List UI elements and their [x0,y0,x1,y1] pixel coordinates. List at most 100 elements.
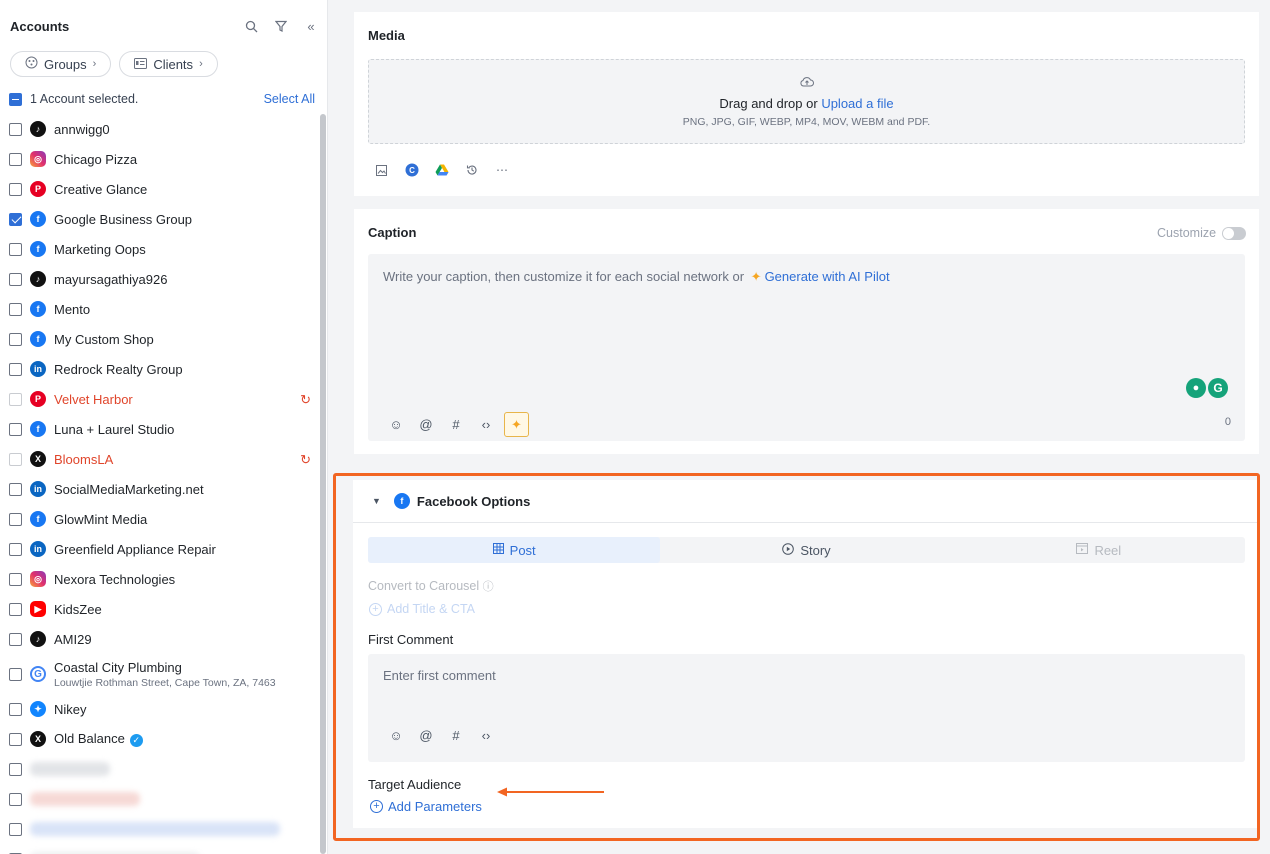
google-drive-icon[interactable] [434,162,450,178]
account-row[interactable]: ✦ Nikey [9,694,319,724]
sidebar-title: Accounts [10,18,70,34]
reconnect-icon[interactable]: ↻ [300,392,311,408]
redacted-account-name [30,822,280,836]
history-icon[interactable] [464,162,480,178]
svg-text:C: C [409,166,415,175]
account-name: annwigg0 [54,121,110,137]
account-row[interactable]: P Creative Glance [9,174,319,204]
account-text: Nikey [54,702,87,717]
customize-toggle[interactable] [1222,226,1247,240]
mention-icon[interactable]: @ [418,417,434,433]
blurred-account-row[interactable] [9,844,319,854]
account-row[interactable]: in Greenfield Appliance Repair [9,534,319,564]
select-all-link[interactable]: Select All [264,92,315,106]
account-checkbox[interactable] [9,632,22,646]
account-checkbox[interactable] [9,152,22,166]
account-checkbox[interactable] [9,332,22,346]
account-row[interactable]: P Velvet Harbor ↻ [9,384,319,414]
account-checkbox[interactable] [9,702,22,716]
collapse-sidebar-icon[interactable]: « [302,17,320,35]
blurred-account-row[interactable] [9,754,319,784]
customize-label: Customize [1157,226,1217,240]
account-row[interactable]: ▶ KidsZee [9,594,319,624]
redacted-account-name [30,792,140,806]
account-row[interactable]: f Marketing Oops [9,234,319,264]
account-name: Marketing Oops [54,241,146,257]
account-checkbox[interactable] [9,392,22,406]
account-checkbox[interactable] [9,422,22,436]
sidebar-header: Accounts « [10,16,320,36]
blurred-account-row[interactable] [9,814,319,844]
account-row[interactable]: in Redrock Realty Group [9,354,319,384]
account-row[interactable]: ♪ AMI29 [9,624,319,654]
account-row[interactable]: X BloomsLA ↻ [9,444,319,474]
account-row[interactable]: ♪ mayursagathiya926 [9,264,319,294]
more-options-icon[interactable]: ⋯ [494,162,510,178]
account-name: Creative Glance [54,181,148,197]
account-row[interactable]: G Coastal City Plumbing Louwtjie Rothman S… [9,654,319,694]
groups-button[interactable]: Groups › [10,51,112,77]
code-icon[interactable]: ‹› [478,417,494,433]
clients-button[interactable]: Clients › [119,51,218,77]
account-checkbox[interactable] [9,302,22,316]
caption-editor[interactable]: Write your caption, then customize it fo… [368,254,1245,441]
accounts-sidebar: Accounts « Groups › Clients › 1 Account … [0,0,328,854]
reconnect-icon[interactable]: ↻ [300,452,311,468]
account-checkbox[interactable] [9,602,22,616]
account-checkbox[interactable] [9,542,22,556]
account-name: mayursagathiya926 [54,271,168,287]
account-checkbox[interactable] [9,667,22,681]
media-dropzone[interactable]: Drag and drop or Upload a file PNG, JPG,… [368,59,1245,144]
search-icon[interactable] [242,17,260,35]
clients-icon [134,57,148,72]
account-list: ♪ annwigg0 ◎ Chicago Pizza P Creative Glance f… [9,114,319,854]
account-address: Louwtjie Rothman Street, Cape Town, ZA, … [54,676,276,689]
account-checkbox[interactable] [9,362,22,376]
account-row[interactable]: f Google Business Group [9,204,319,234]
caption-placeholder: Write your caption, then customize it fo… [383,269,890,285]
hashtag-icon[interactable]: # [448,417,464,433]
upload-file-link[interactable]: Upload a file [821,96,893,111]
account-checkbox[interactable] [9,212,22,226]
account-name: Luna + Laurel Studio [54,421,175,437]
account-row[interactable]: ◎ Nexora Technologies [9,564,319,594]
grammarly-widget[interactable]: ● G [1186,378,1228,398]
linkedin-icon: in [30,481,46,497]
account-row[interactable]: ♪ annwigg0 [9,114,319,144]
account-checkbox[interactable] [9,572,22,586]
account-checkbox[interactable] [9,732,22,746]
account-checkbox[interactable] [9,182,22,196]
account-checkbox[interactable] [9,822,22,836]
sidebar-scrollbar[interactable] [320,114,326,854]
account-checkbox[interactable] [9,482,22,496]
account-checkbox[interactable] [9,512,22,526]
account-text: Old Balance ✓ [54,731,143,747]
account-row[interactable]: f My Custom Shop [9,324,319,354]
account-row[interactable]: f Mento [9,294,319,324]
indeterminate-checkbox[interactable] [9,92,22,106]
account-checkbox[interactable] [9,452,22,466]
account-checkbox[interactable] [9,242,22,256]
account-row[interactable]: ◎ Chicago Pizza [9,144,319,174]
account-checkbox[interactable] [9,762,22,776]
youtube-icon: ▶ [30,601,46,617]
chevron-right-icon: › [92,58,97,70]
ai-assist-button[interactable]: ✦ [504,412,529,437]
image-library-icon[interactable] [374,162,390,178]
account-row[interactable]: f GlowMint Media [9,504,319,534]
filter-icon[interactable] [272,17,290,35]
account-checkbox[interactable] [9,122,22,136]
account-name: Coastal City Plumbing [54,659,182,675]
account-checkbox[interactable] [9,792,22,806]
account-row[interactable]: f Luna + Laurel Studio [9,414,319,444]
account-row[interactable]: X Old Balance ✓ [9,724,319,754]
selected-count-text: 1 Account selected. [30,92,139,106]
blurred-account-row[interactable] [9,784,319,814]
generate-ai-link[interactable]: Generate with AI Pilot [765,269,890,284]
emoji-icon[interactable]: ☺ [388,417,404,433]
account-text: KidsZee [54,602,102,617]
canva-icon[interactable]: C [404,162,420,178]
account-checkbox[interactable] [9,272,22,286]
account-row[interactable]: in SocialMediaMarketing.net [9,474,319,504]
account-text: mayursagathiya926 [54,272,167,287]
